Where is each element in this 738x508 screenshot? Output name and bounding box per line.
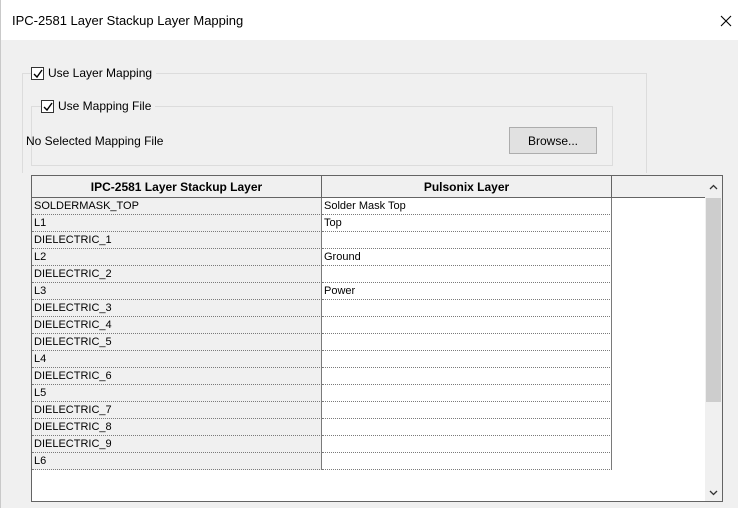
ipc-layer-cell[interactable]: DIELECTRIC_5 (32, 334, 322, 351)
column-header-pulsonix-layer[interactable]: Pulsonix Layer (322, 176, 612, 198)
ipc-layer-cell[interactable]: L2 (32, 249, 322, 266)
pulsonix-layer-cell[interactable]: Solder Mask Top (322, 198, 612, 215)
table-row[interactable]: DIELECTRIC_1 (32, 232, 612, 249)
grid-rows: SOLDERMASK_TOP Solder Mask Top L1 Top DIEL… (32, 198, 612, 470)
checkmark-icon (43, 102, 53, 111)
ipc-layer-cell[interactable]: L3 (32, 283, 322, 300)
ipc-layer-cell[interactable]: L1 (32, 215, 322, 232)
ipc-layer-cell[interactable]: L6 (32, 453, 322, 470)
mapping-file-status: No Selected Mapping File (26, 134, 164, 148)
table-row[interactable]: DIELECTRIC_6 (32, 368, 612, 385)
ipc-layer-cell[interactable]: DIELECTRIC_9 (32, 436, 322, 453)
pulsonix-layer-cell[interactable] (322, 266, 612, 283)
ipc-layer-cell[interactable]: DIELECTRIC_8 (32, 419, 322, 436)
table-row[interactable]: SOLDERMASK_TOP Solder Mask Top (32, 198, 612, 215)
close-button[interactable] (713, 8, 738, 34)
ipc-layer-cell[interactable]: DIELECTRIC_2 (32, 266, 322, 283)
table-row[interactable]: DIELECTRIC_4 (32, 317, 612, 334)
table-row[interactable]: DIELECTRIC_9 (32, 436, 612, 453)
column-header-ipc-layer[interactable]: IPC-2581 Layer Stackup Layer (32, 176, 322, 198)
browse-button[interactable]: Browse... (509, 127, 597, 154)
layer-mapping-dialog: IPC-2581 Layer Stackup Layer Mapping Use… (0, 0, 738, 508)
ipc-layer-cell[interactable]: DIELECTRIC_4 (32, 317, 322, 334)
pulsonix-layer-cell[interactable]: Top (322, 215, 612, 232)
pulsonix-layer-cell[interactable] (322, 453, 612, 470)
scroll-down-button[interactable] (705, 484, 722, 501)
ipc-layer-cell[interactable]: DIELECTRIC_7 (32, 402, 322, 419)
use-layer-mapping-label[interactable]: Use Layer Mapping (48, 66, 152, 80)
layer-mapping-grid[interactable]: IPC-2581 Layer Stackup Layer Pulsonix La… (31, 175, 723, 502)
ipc-layer-cell[interactable]: L5 (32, 385, 322, 402)
use-layer-mapping-checkbox[interactable] (31, 66, 44, 80)
column-header-filler (612, 176, 706, 198)
window-title: IPC-2581 Layer Stackup Layer Mapping (12, 13, 244, 28)
table-row[interactable]: L1 Top (32, 215, 612, 232)
use-mapping-file-checkbox[interactable] (41, 99, 54, 113)
use-mapping-file-label[interactable]: Use Mapping File (58, 99, 151, 113)
pulsonix-layer-cell[interactable]: Ground (322, 249, 612, 266)
use-layer-mapping-legend: Use Layer Mapping (31, 66, 157, 80)
use-mapping-file-legend: Use Mapping File (41, 99, 156, 113)
table-row[interactable]: L4 (32, 351, 612, 368)
table-row[interactable]: DIELECTRIC_3 (32, 300, 612, 317)
pulsonix-layer-cell[interactable] (322, 300, 612, 317)
table-row[interactable]: DIELECTRIC_5 (32, 334, 612, 351)
table-row[interactable]: L6 (32, 453, 612, 470)
title-bar: IPC-2581 Layer Stackup Layer Mapping (1, 0, 738, 40)
pulsonix-layer-cell[interactable] (322, 232, 612, 249)
pulsonix-layer-cell[interactable] (322, 351, 612, 368)
ipc-layer-cell[interactable]: DIELECTRIC_3 (32, 300, 322, 317)
ipc-layer-cell[interactable]: DIELECTRIC_6 (32, 368, 322, 385)
table-row[interactable]: L5 (32, 385, 612, 402)
close-icon (720, 15, 732, 27)
pulsonix-layer-cell[interactable] (322, 436, 612, 453)
table-row[interactable]: DIELECTRIC_7 (32, 402, 612, 419)
chevron-up-icon (709, 184, 718, 189)
ipc-layer-cell[interactable]: DIELECTRIC_1 (32, 232, 322, 249)
ipc-layer-cell[interactable]: SOLDERMASK_TOP (32, 198, 322, 215)
table-row[interactable]: DIELECTRIC_2 (32, 266, 612, 283)
pulsonix-layer-cell[interactable] (322, 317, 612, 334)
pulsonix-layer-cell[interactable] (322, 368, 612, 385)
pulsonix-layer-cell[interactable] (322, 334, 612, 351)
pulsonix-layer-cell[interactable] (322, 419, 612, 436)
table-row[interactable]: L3 Power (32, 283, 612, 300)
table-row[interactable]: DIELECTRIC_8 (32, 419, 612, 436)
grid-header: IPC-2581 Layer Stackup Layer Pulsonix La… (32, 176, 706, 198)
ipc-layer-cell[interactable]: L4 (32, 351, 322, 368)
scroll-up-button[interactable] (705, 178, 722, 195)
vertical-scrollbar[interactable] (705, 176, 722, 501)
checkmark-icon (33, 69, 43, 78)
pulsonix-layer-cell[interactable]: Power (322, 283, 612, 300)
table-row[interactable]: L2 Ground (32, 249, 612, 266)
chevron-down-icon (709, 490, 718, 495)
pulsonix-layer-cell[interactable] (322, 402, 612, 419)
pulsonix-layer-cell[interactable] (322, 385, 612, 402)
scroll-thumb[interactable] (706, 198, 721, 402)
